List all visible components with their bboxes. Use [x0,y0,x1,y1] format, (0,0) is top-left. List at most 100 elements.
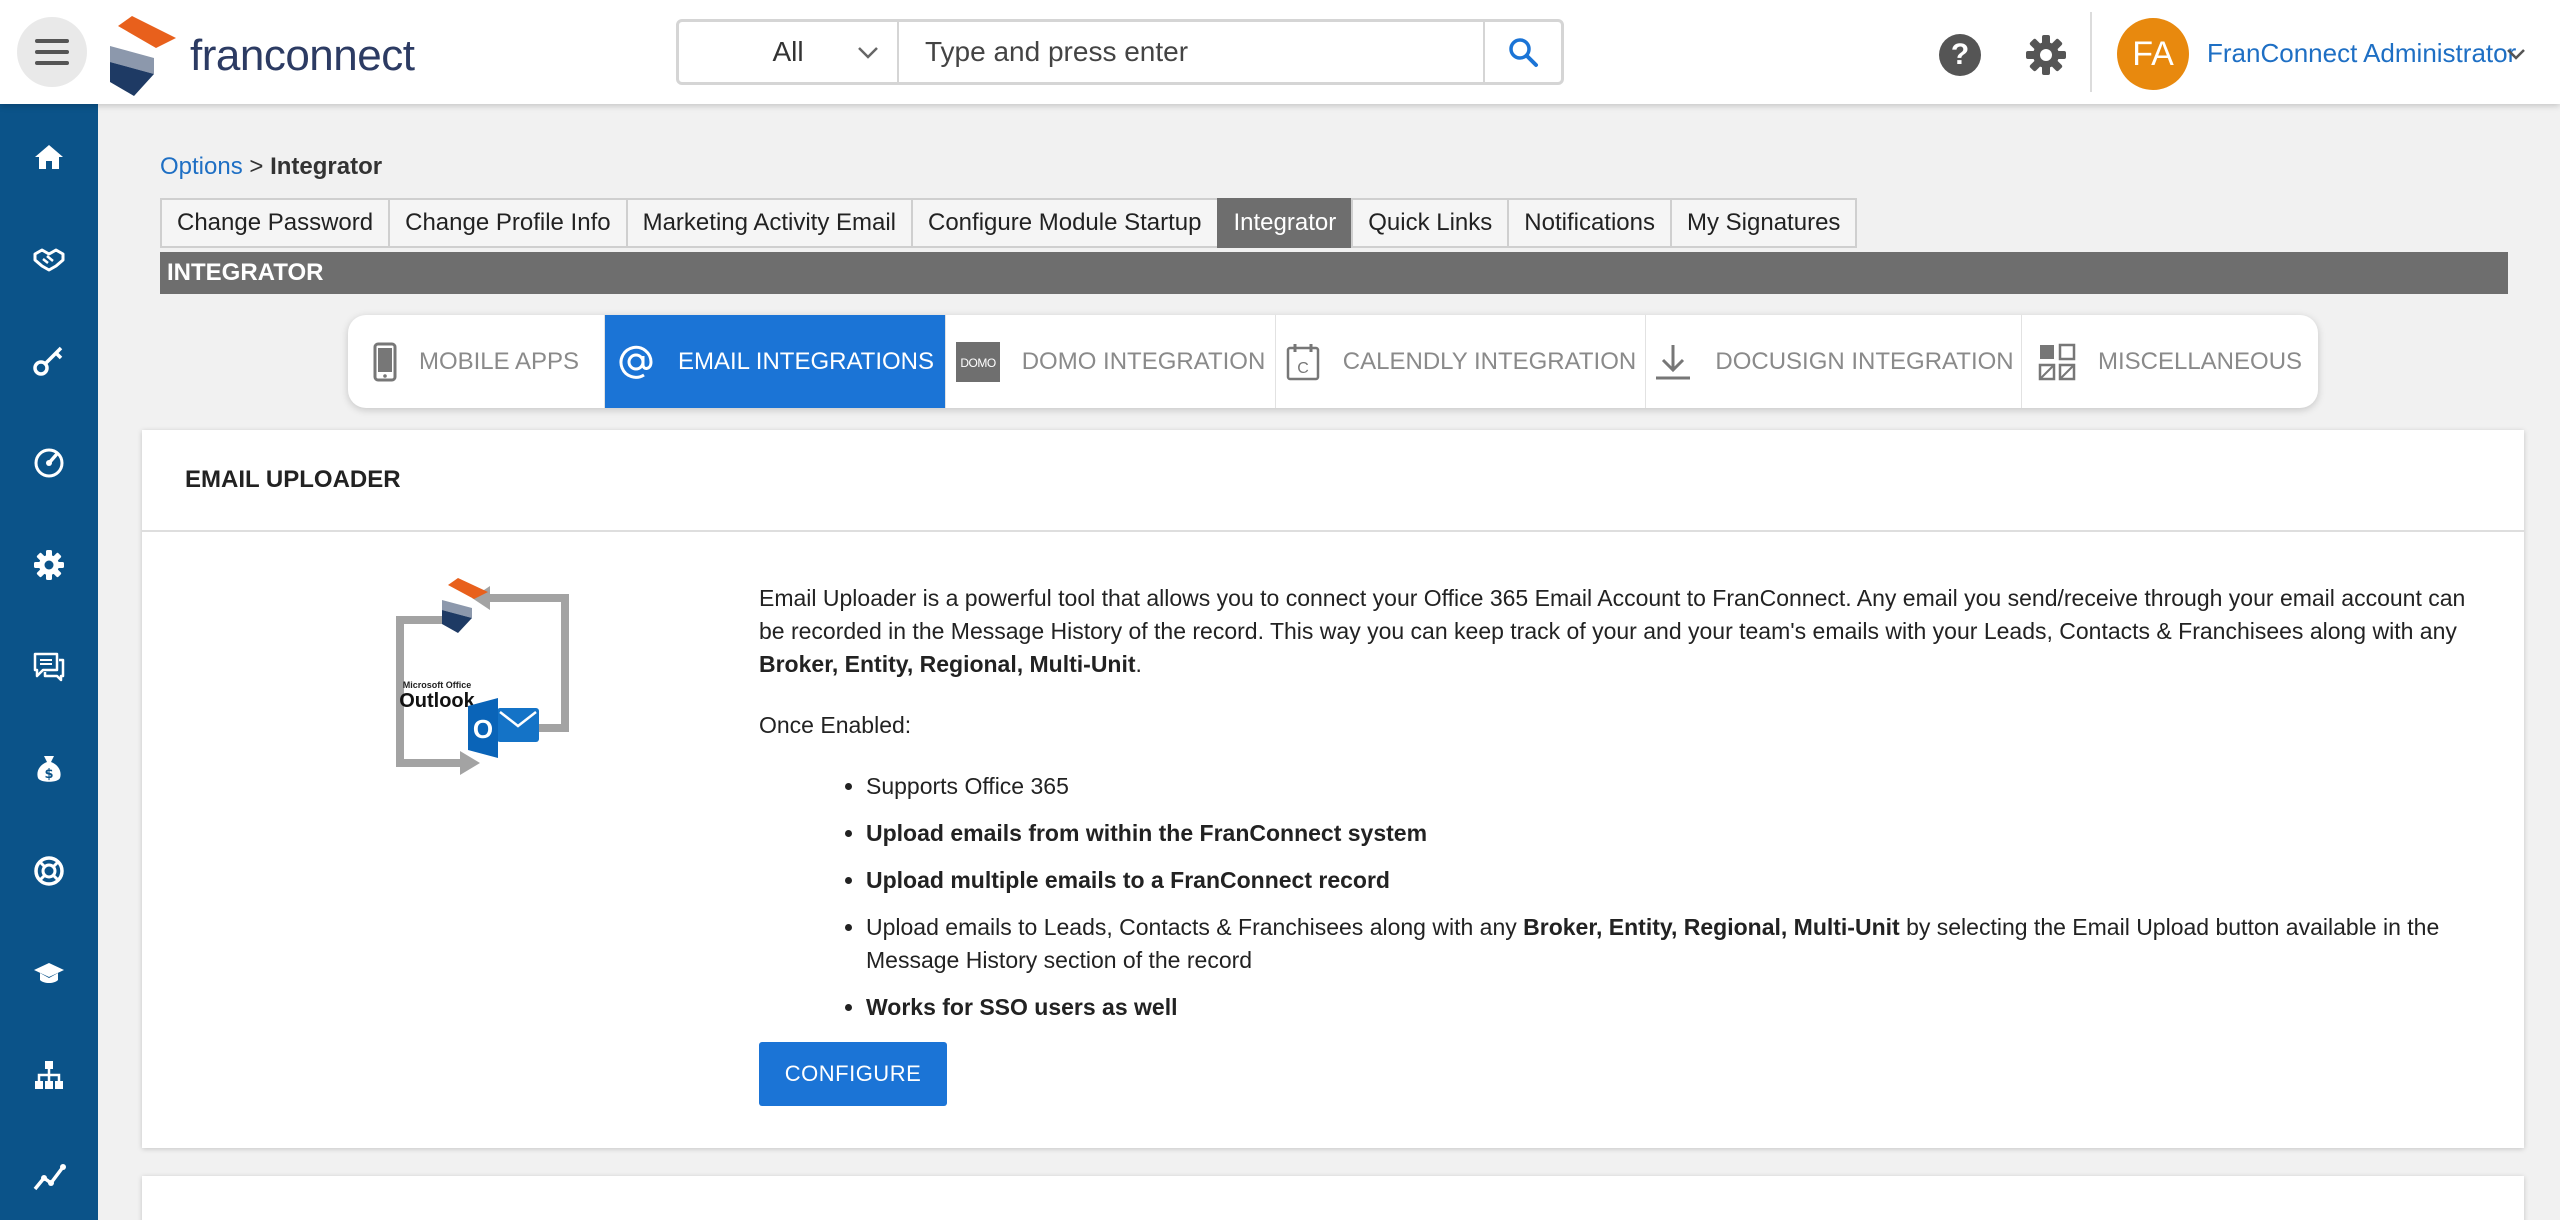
tab-miscellaneous[interactable]: MISCELLANEOUS [2022,315,2318,408]
sidebar-item-finance[interactable]: $ [0,734,98,804]
menu-toggle-button[interactable] [17,17,87,87]
franconnect-logo[interactable]: franconnect [104,16,415,96]
tab-my-signatures[interactable]: My Signatures [1670,198,1858,248]
svg-text:DOMO: DOMO [960,356,995,370]
help-icon[interactable]: ? [1939,34,1981,76]
integration-tabs: MOBILE APPS EMAIL INTEGRATIONS DOMO DOMO… [348,315,2318,408]
sidebar-item-training[interactable] [0,938,98,1008]
sidebar-item-support[interactable] [0,836,98,906]
feature-list: Supports Office 365 Upload emails from w… [866,770,2479,1024]
dashboard-gauge-icon [34,448,64,478]
intro-paragraph: Email Uploader is a powerful tool that a… [759,582,2479,681]
tab-label: MISCELLANEOUS [2097,347,2303,375]
list-item-bold-text: Broker, Entity, Regional, Multi-Unit [1523,914,1900,940]
email-uploader-card: EMAIL UPLOADER Microsoft Office Outlook … [142,430,2524,1148]
top-bar: franconnect All ? FA FranConnect Adminis… [0,0,2560,104]
sidebar-item-hierarchy[interactable] [0,1040,98,1110]
breadcrumb: Options > Integrator [160,153,382,181]
tab-quick-links[interactable]: Quick Links [1351,198,1508,248]
key-icon [33,346,63,376]
graduation-cap-icon [34,963,64,983]
org-chart-icon [35,1061,63,1089]
list-item: Upload multiple emails to a FranConnect … [866,864,2479,897]
home-icon [35,145,63,169]
hamburger-icon-line [35,39,69,43]
breadcrumb-options-link[interactable]: Options [160,153,243,180]
calendar-icon: C [1286,343,1320,380]
tab-docusign-integration[interactable]: DOCUSIGN INTEGRATION [1646,315,2022,408]
chevron-down-icon [858,47,878,59]
header-divider [2090,12,2092,92]
next-card [142,1176,2524,1220]
list-item: Upload emails to Leads, Contacts & Franc… [866,911,2479,977]
grid-icon [2038,343,2076,380]
money-bag-icon: $ [37,756,61,782]
search-scope-value: All [772,36,804,67]
tab-domo-integration[interactable]: DOMO DOMO INTEGRATION [946,315,1276,408]
illustration-product-text: Outlook [399,690,475,712]
list-item-text: Upload emails to Leads, Contacts & Franc… [866,914,1524,940]
list-item: Supports Office 365 [866,770,2479,803]
hamburger-icon-line [35,61,69,65]
tab-configure-module-startup[interactable]: Configure Module Startup [911,198,1217,248]
line-chart-icon [33,1164,66,1191]
sidebar-item-reports[interactable] [0,1142,98,1212]
chat-icon [33,652,65,682]
sidebar-item-deals[interactable] [0,224,98,294]
search-button[interactable] [1483,22,1561,82]
sidebar-item-admin[interactable] [0,530,98,600]
tab-email-integrations[interactable]: EMAIL INTEGRATIONS [605,315,946,408]
once-enabled-label: Once Enabled: [759,712,912,738]
user-avatar[interactable]: FA [2117,18,2189,90]
search-icon [1509,38,1538,67]
breadcrumb-separator: > [249,153,264,180]
search-scope-select[interactable]: All [679,22,899,82]
tab-change-password[interactable]: Change Password [160,198,389,248]
tab-label: DOMO INTEGRATION [1021,347,1266,375]
card-title: EMAIL UPLOADER [142,430,2524,532]
sidebar-item-messages[interactable] [0,632,98,702]
illustration-brand-text: Microsoft Office [403,680,472,690]
gear-icon [34,550,64,580]
at-sign-icon [619,345,653,379]
intro-end-text: . [1135,651,1142,677]
user-name-link[interactable]: FranConnect Administrator [2207,38,2516,69]
tab-label: EMAIL INTEGRATIONS [677,347,935,375]
sidebar-item-dashboard[interactable] [0,428,98,498]
tab-mobile-apps[interactable]: MOBILE APPS [348,315,605,408]
tab-marketing-activity-email[interactable]: Marketing Activity Email [625,198,911,248]
tab-label: CALENDLY INTEGRATION [1342,347,1637,375]
section-title-bar: INTEGRATOR [160,252,2508,294]
franconnect-logo-icon [110,16,176,96]
domo-logo-icon: DOMO [955,341,1000,382]
configure-button[interactable]: CONFIGURE [759,1042,947,1106]
tab-integrator[interactable]: Integrator [1216,198,1352,248]
hamburger-icon-line [35,50,69,54]
tab-label: MOBILE APPS [418,347,580,375]
options-tabs: Change Password Change Profile Info Mark… [160,198,1858,248]
download-icon [1656,344,1691,379]
email-uploader-description: Email Uploader is a powerful tool that a… [759,582,2479,1038]
settings-gear-icon[interactable] [2024,33,2068,77]
intro-bold-text: Broker, Entity, Regional, Multi-Unit [759,651,1136,677]
sidebar-item-access[interactable] [0,326,98,396]
sidebar-item-home[interactable] [0,122,98,192]
svg-text:$: $ [44,767,53,782]
tab-calendly-integration[interactable]: C CALENDLY INTEGRATION [1276,315,1646,408]
intro-text: Email Uploader is a powerful tool that a… [759,585,2466,644]
user-menu-chevron-down-icon[interactable] [2506,48,2526,61]
tab-change-profile-info[interactable]: Change Profile Info [388,198,626,248]
left-sidebar: $ [0,104,98,1220]
global-search: All [676,19,1564,85]
tab-notifications[interactable]: Notifications [1507,198,1671,248]
breadcrumb-current: Integrator [270,153,383,180]
list-item: Upload emails from within the FranConnec… [866,817,2479,850]
handshake-icon [33,248,65,272]
support-lifebuoy-icon [34,856,64,886]
search-input[interactable] [899,22,1483,82]
illustration-badge-letter: O [473,714,493,744]
tab-label: DOCUSIGN INTEGRATION [1715,347,2014,375]
mobile-phone-icon [373,342,397,381]
list-item: Works for SSO users as well [866,991,2479,1024]
svg-text:C: C [1297,360,1309,377]
